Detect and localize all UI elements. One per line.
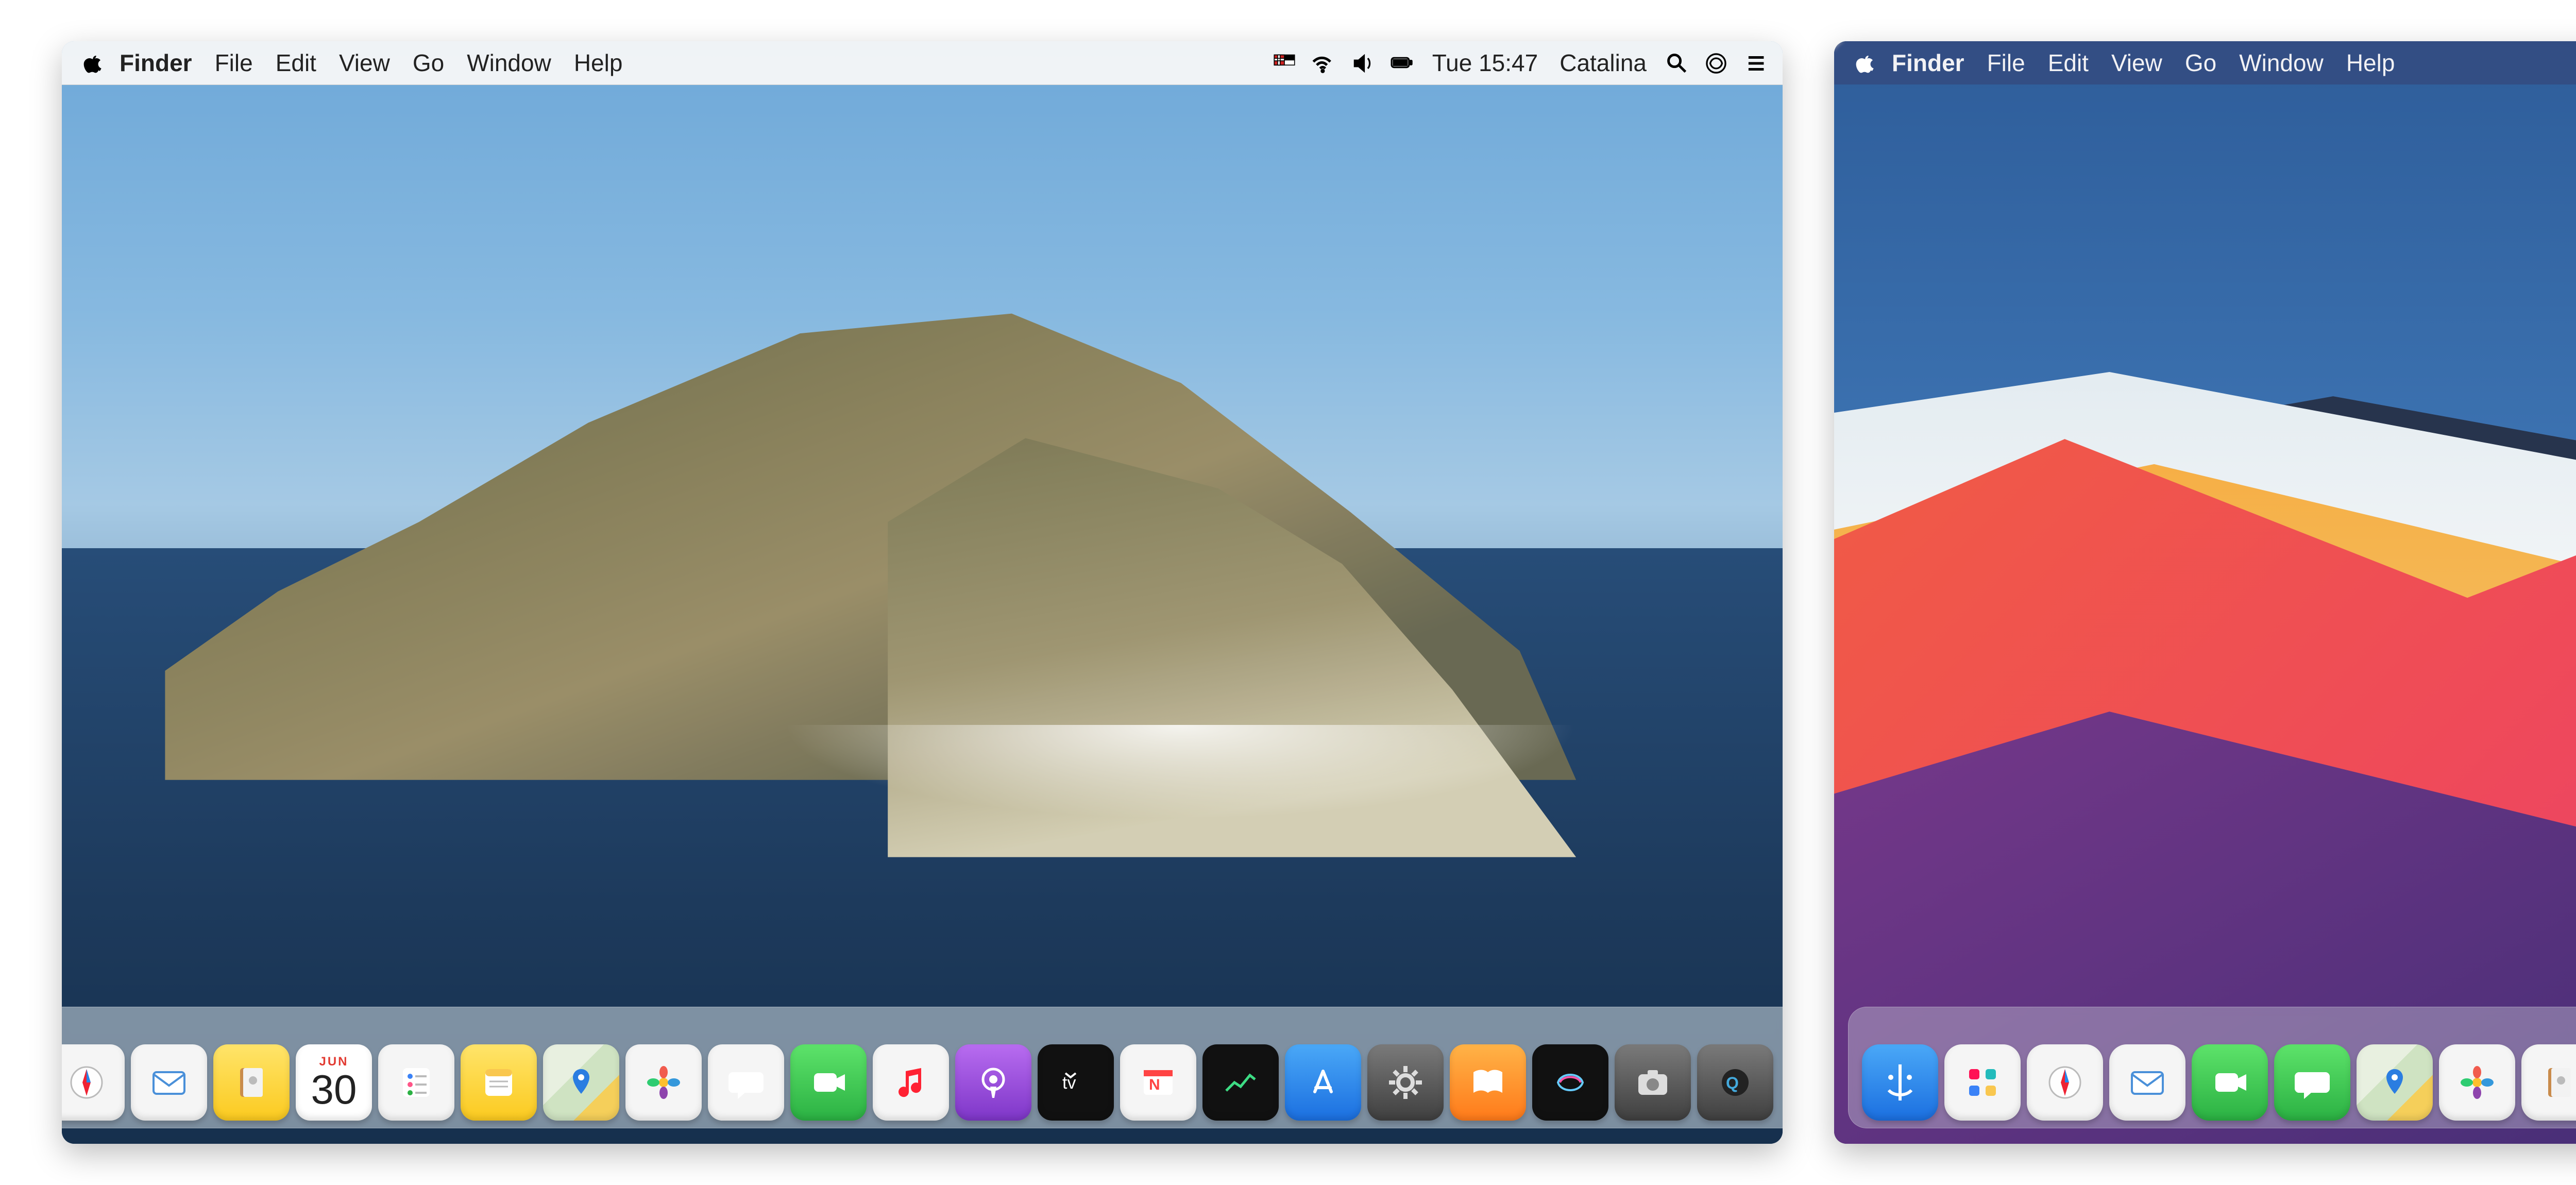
- menu-window[interactable]: Window: [2228, 41, 2335, 84]
- dock-tv[interactable]: [1038, 1044, 1114, 1121]
- facetime-icon: [2209, 1062, 2250, 1103]
- launchpad-icon: [1962, 1062, 2003, 1103]
- dock-maps[interactable]: [2357, 1044, 2433, 1121]
- menu-view[interactable]: View: [2100, 41, 2174, 84]
- menubar: Finder File Edit View Go Window Help Tue…: [62, 41, 1783, 85]
- dock-appstore[interactable]: [1285, 1044, 1361, 1121]
- messages-icon: [725, 1062, 767, 1103]
- input-flag-icon[interactable]: [1273, 41, 1296, 84]
- stocks-icon: [1220, 1062, 1261, 1103]
- dock-messages[interactable]: [708, 1044, 784, 1121]
- menu-window[interactable]: Window: [455, 41, 563, 84]
- dock-screenshot[interactable]: [1615, 1044, 1691, 1121]
- dock-container: JUN30: [1834, 1007, 2576, 1128]
- notification-center-icon[interactable]: [1743, 41, 1767, 84]
- battery-icon[interactable]: [1390, 41, 1414, 84]
- dock-facetime[interactable]: [2192, 1044, 2268, 1121]
- mail-icon: [148, 1062, 190, 1103]
- menubar-app-name[interactable]: Finder: [1880, 41, 1976, 84]
- apple-menu[interactable]: [77, 41, 108, 84]
- dock-settings[interactable]: [1367, 1044, 1444, 1121]
- menubar-app-name[interactable]: Finder: [108, 41, 204, 84]
- dock-finder[interactable]: [1862, 1044, 1938, 1121]
- menu-go[interactable]: Go: [2174, 41, 2228, 84]
- settings-icon: [1385, 1062, 1426, 1103]
- menu-view[interactable]: View: [328, 41, 401, 84]
- dock-books[interactable]: [1450, 1044, 1526, 1121]
- siri-icon: [1550, 1062, 1591, 1103]
- menu-edit[interactable]: Edit: [2037, 41, 2100, 84]
- tv-icon: [1055, 1062, 1096, 1103]
- speaker-icon[interactable]: [1351, 41, 1375, 84]
- wifi-icon[interactable]: [1312, 41, 1335, 84]
- apple-menu[interactable]: [1850, 41, 1880, 84]
- dock-contacts[interactable]: [213, 1044, 290, 1121]
- dock-mail[interactable]: [2109, 1044, 2185, 1121]
- clock-text[interactable]: Tue 15:47: [1429, 41, 1541, 84]
- account-name[interactable]: Catalina: [1556, 41, 1650, 84]
- finder-icon: [1879, 1062, 1921, 1103]
- appstore-icon: [1302, 1062, 1344, 1103]
- siri-status-icon[interactable]: [1704, 41, 1728, 84]
- facetime-icon: [808, 1062, 849, 1103]
- macos-bigsur-screenshot: Finder File Edit View Go Window Help Tue…: [1834, 41, 2576, 1144]
- dock-photos[interactable]: [625, 1044, 702, 1121]
- dock-stocks[interactable]: [1202, 1044, 1279, 1121]
- contacts-icon: [2539, 1062, 2576, 1103]
- music-icon: [890, 1062, 931, 1103]
- safari-icon: [66, 1062, 107, 1103]
- menu-file[interactable]: File: [204, 41, 264, 84]
- spotlight-icon[interactable]: [1665, 41, 1689, 84]
- reminders-icon: [396, 1062, 437, 1103]
- maps-icon: [2374, 1062, 2415, 1103]
- screenshot-icon: [1632, 1062, 1673, 1103]
- dock-music[interactable]: [873, 1044, 949, 1121]
- mail-icon: [2127, 1062, 2168, 1103]
- dock-calendar[interactable]: JUN30: [296, 1044, 372, 1121]
- dock-facetime[interactable]: [790, 1044, 867, 1121]
- notes-icon: [478, 1062, 519, 1103]
- contacts-icon: [231, 1062, 272, 1103]
- menubar-status: Tue 15:47 Catalina: [1273, 41, 1767, 84]
- macos-catalina-screenshot: Finder File Edit View Go Window Help Tue…: [62, 41, 1783, 1144]
- dock: JUN30: [1848, 1007, 2576, 1128]
- bigsur-wallpaper: [1834, 41, 2576, 1144]
- dock-photos[interactable]: [2439, 1044, 2515, 1121]
- photos-icon: [2456, 1062, 2498, 1103]
- dock-siri[interactable]: [1532, 1044, 1608, 1121]
- menu-go[interactable]: Go: [401, 41, 455, 84]
- dock-messages[interactable]: [2274, 1044, 2350, 1121]
- podcasts-icon: [973, 1062, 1014, 1103]
- dock-safari[interactable]: [62, 1044, 125, 1121]
- news-icon: [1138, 1062, 1179, 1103]
- menubar: Finder File Edit View Go Window Help Tue…: [1834, 41, 2576, 84]
- dock-mail[interactable]: [131, 1044, 207, 1121]
- messages-icon: [2292, 1062, 2333, 1103]
- dock-quicktime[interactable]: [1697, 1044, 1773, 1121]
- calendar-day-label: 30: [311, 1069, 357, 1110]
- dock-launchpad[interactable]: [1944, 1044, 2021, 1121]
- dock-news[interactable]: [1120, 1044, 1196, 1121]
- dock: JUN30: [62, 1007, 1783, 1128]
- maps-icon: [561, 1062, 602, 1103]
- menu-help[interactable]: Help: [563, 41, 634, 84]
- dock-reminders[interactable]: [378, 1044, 454, 1121]
- dock-podcasts[interactable]: [955, 1044, 1031, 1121]
- menu-edit[interactable]: Edit: [264, 41, 328, 84]
- menu-file[interactable]: File: [1976, 41, 2037, 84]
- menu-help[interactable]: Help: [2335, 41, 2406, 84]
- quicktime-icon: [1715, 1062, 1756, 1103]
- catalina-wallpaper: [62, 41, 1783, 1144]
- dock-maps[interactable]: [543, 1044, 619, 1121]
- safari-icon: [2044, 1062, 2086, 1103]
- dock-container: JUN30: [62, 1007, 1783, 1128]
- dock-safari[interactable]: [2027, 1044, 2103, 1121]
- dock-notes[interactable]: [461, 1044, 537, 1121]
- dock-contacts[interactable]: [2521, 1044, 2576, 1121]
- books-icon: [1467, 1062, 1509, 1103]
- photos-icon: [643, 1062, 684, 1103]
